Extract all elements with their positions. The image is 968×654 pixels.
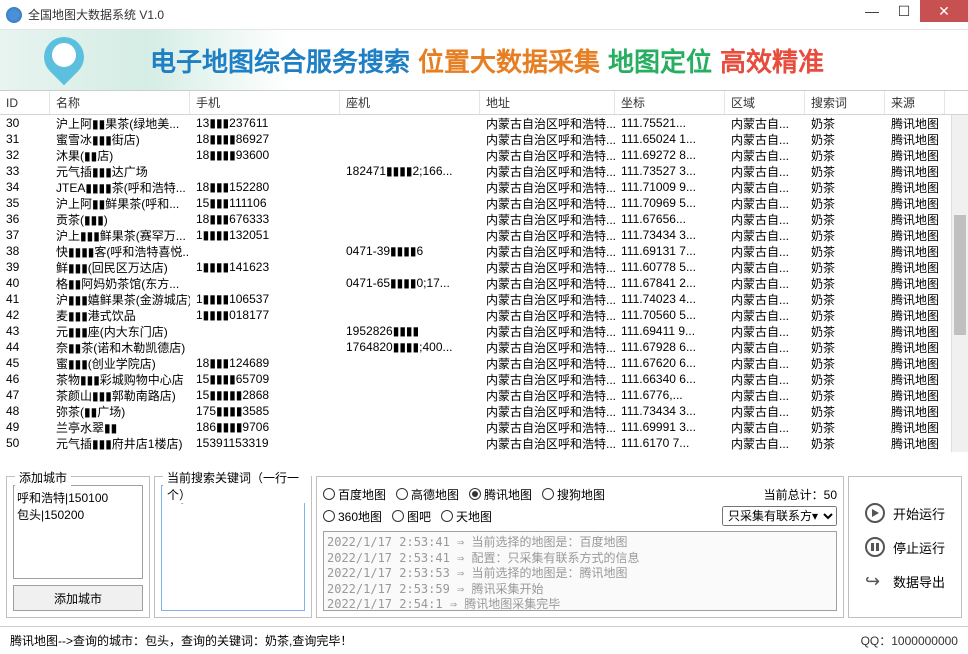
window-controls: — ☐ ✕	[856, 0, 968, 29]
close-button[interactable]: ✕	[920, 0, 968, 22]
table-row[interactable]: 41沪▮▮▮嬉鲜果茶(金游城店)1▮▮▮▮106537内蒙古自治区呼和浩特...…	[0, 291, 968, 307]
add-city-group: 添加城市 添加城市	[6, 476, 150, 618]
status-message: 腾讯地图-->查询的城市：包头，查询的关键词：奶茶,查询完毕！	[10, 632, 861, 649]
export-button[interactable]: ↪ 数据导出	[865, 571, 945, 591]
table-row[interactable]: 38快▮▮▮▮客(呼和浩特喜悦...0471-39▮▮▮▮6内蒙古自治区呼和浩特…	[0, 243, 968, 259]
col-landline[interactable]: 座机	[340, 91, 480, 114]
keyword-group: 当前搜索关键词（一行一个）	[154, 476, 312, 618]
maximize-button[interactable]: ☐	[888, 0, 920, 22]
export-icon: ↪	[865, 571, 885, 591]
minimize-button[interactable]: —	[856, 0, 888, 22]
radio-图吧[interactable]: 图吧	[392, 508, 431, 525]
col-keyword[interactable]: 搜索词	[805, 91, 885, 114]
table-row[interactable]: 30沪上阿▮▮果茶(绿地美...13▮▮▮237611内蒙古自治区呼和浩特...…	[0, 115, 968, 131]
radio-360地图[interactable]: 360地图	[323, 508, 382, 525]
pause-icon	[865, 537, 885, 557]
banner-text-4: 高效精准	[720, 42, 824, 79]
table-row[interactable]: 32沐果(▮▮店)18▮▮▮▮93600内蒙古自治区呼和浩特...111.692…	[0, 147, 968, 163]
stop-button[interactable]: 停止运行	[865, 537, 945, 557]
table-row[interactable]: 48弥茶(▮▮广场)175▮▮▮▮3585内蒙古自治区呼和浩特...111.73…	[0, 403, 968, 419]
start-button[interactable]: 开始运行	[865, 503, 945, 523]
banner-text-1: 电子地图综合服务搜索	[150, 42, 410, 79]
radio-天地图[interactable]: 天地图	[441, 508, 492, 525]
data-table: ID 名称 手机 座机 地址 坐标 区域 搜索词 来源 30沪上阿▮▮果茶(绿地…	[0, 90, 968, 452]
table-row[interactable]: 49兰亭水翠▮▮186▮▮▮▮9706内蒙古自治区呼和浩特...111.6999…	[0, 419, 968, 435]
radio-腾讯地图[interactable]: 腾讯地图	[469, 486, 532, 503]
keyword-textarea[interactable]	[161, 485, 305, 611]
table-row[interactable]: 33元气插▮▮▮达广场182471▮▮▮▮2;166...内蒙古自治区呼和浩特.…	[0, 163, 968, 179]
table-row[interactable]: 34JTEA▮▮▮▮茶(呼和浩特...18▮▮▮152280内蒙古自治区呼和浩特…	[0, 179, 968, 195]
city-textarea[interactable]	[13, 485, 143, 579]
col-coord[interactable]: 坐标	[615, 91, 725, 114]
table-row[interactable]: 46茶物▮▮▮彩城购物中心店15▮▮▮▮65709内蒙古自治区呼和浩特...11…	[0, 371, 968, 387]
banner-text-3: 地图定位	[608, 42, 712, 79]
keyword-title: 当前搜索关键词（一行一个）	[163, 469, 311, 503]
table-row[interactable]: 45蜜▮▮▮(创业学院店)18▮▮▮124689内蒙古自治区呼和浩特...111…	[0, 355, 968, 371]
app-icon	[6, 7, 22, 23]
action-group: 开始运行 停止运行 ↪ 数据导出	[848, 476, 962, 618]
total-count-label: 当前总计：50	[764, 486, 837, 503]
app-title: 全国地图大数据系统 V1.0	[28, 6, 856, 23]
table-row[interactable]: 35沪上阿▮▮鲜果茶(呼和...15▮▮▮111106内蒙古自治区呼和浩特...…	[0, 195, 968, 211]
table-row[interactable]: 43元▮▮▮座(内大东门店)1952826▮▮▮▮内蒙古自治区呼和浩特...11…	[0, 323, 968, 339]
table-row[interactable]: 36贡茶(▮▮▮)18▮▮▮676333内蒙古自治区呼和浩特...111.676…	[0, 211, 968, 227]
table-row[interactable]: 50元气插▮▮▮府井店1楼店)15391153319内蒙古自治区呼和浩特...1…	[0, 435, 968, 451]
col-name[interactable]: 名称	[50, 91, 190, 114]
add-city-title: 添加城市	[15, 469, 71, 486]
table-row[interactable]: 44奈▮▮茶(诺和木勒凯德店)1764820▮▮▮▮;400...内蒙古自治区呼…	[0, 339, 968, 355]
table-row[interactable]: 42麦▮▮▮港式饮品1▮▮▮▮018177内蒙古自治区呼和浩特...111.70…	[0, 307, 968, 323]
table-row[interactable]: 40格▮▮阿妈奶茶馆(东方...0471-65▮▮▮▮0;17...内蒙古自治区…	[0, 275, 968, 291]
table-row[interactable]: 47茶颜山▮▮▮郭勒南路店)15▮▮▮▮▮2868内蒙古自治区呼和浩特...11…	[0, 387, 968, 403]
radio-百度地图[interactable]: 百度地图	[323, 486, 386, 503]
status-bar: 腾讯地图-->查询的城市：包头，查询的关键词：奶茶,查询完毕！ QQ：10000…	[0, 626, 968, 654]
vertical-scrollbar[interactable]	[951, 115, 968, 452]
radio-高德地图[interactable]: 高德地图	[396, 486, 459, 503]
banner: 电子地图综合服务搜索 位置大数据采集 地图定位 高效精准	[0, 30, 968, 90]
banner-text-2: 位置大数据采集	[418, 42, 600, 79]
table-header[interactable]: ID 名称 手机 座机 地址 坐标 区域 搜索词 来源	[0, 91, 968, 115]
table-row[interactable]: 37沪上▮▮▮鲜果茶(赛罕万...1▮▮▮▮132051内蒙古自治区呼和浩特..…	[0, 227, 968, 243]
col-id[interactable]: ID	[0, 91, 50, 114]
col-region[interactable]: 区域	[725, 91, 805, 114]
col-mobile[interactable]: 手机	[190, 91, 340, 114]
col-addr[interactable]: 地址	[480, 91, 615, 114]
map-source-row-2: 360地图图吧天地图 只采集有联系方▾	[323, 505, 837, 527]
col-source[interactable]: 来源	[885, 91, 945, 114]
table-row[interactable]: 39鲜▮▮▮(回民区万达店)1▮▮▮▮141623内蒙古自治区呼和浩特...11…	[0, 259, 968, 275]
map-source-row-1: 百度地图高德地图腾讯地图搜狗地图 当前总计：50	[323, 483, 837, 505]
collect-mode-select[interactable]: 只采集有联系方▾	[722, 506, 837, 526]
table-body[interactable]: 30沪上阿▮▮果茶(绿地美...13▮▮▮237611内蒙古自治区呼和浩特...…	[0, 115, 968, 451]
table-row[interactable]: 31蜜雪冰▮▮▮街店)18▮▮▮▮86927内蒙古自治区呼和浩特...111.6…	[0, 131, 968, 147]
logo-icon	[40, 35, 90, 85]
status-qq: QQ：1000000000	[861, 632, 958, 649]
title-bar: 全国地图大数据系统 V1.0 — ☐ ✕	[0, 0, 968, 30]
controls-group: 百度地图高德地图腾讯地图搜狗地图 当前总计：50 360地图图吧天地图 只采集有…	[316, 476, 844, 618]
play-icon	[865, 503, 885, 523]
add-city-button[interactable]: 添加城市	[13, 585, 143, 611]
bottom-panel: 添加城市 添加城市 当前搜索关键词（一行一个） 百度地图高德地图腾讯地图搜狗地图…	[6, 476, 962, 618]
log-output: 2022/1/17 2:53:41 ⇒ 当前选择的地图是：百度地图2022/1/…	[323, 531, 837, 611]
radio-搜狗地图[interactable]: 搜狗地图	[542, 486, 605, 503]
